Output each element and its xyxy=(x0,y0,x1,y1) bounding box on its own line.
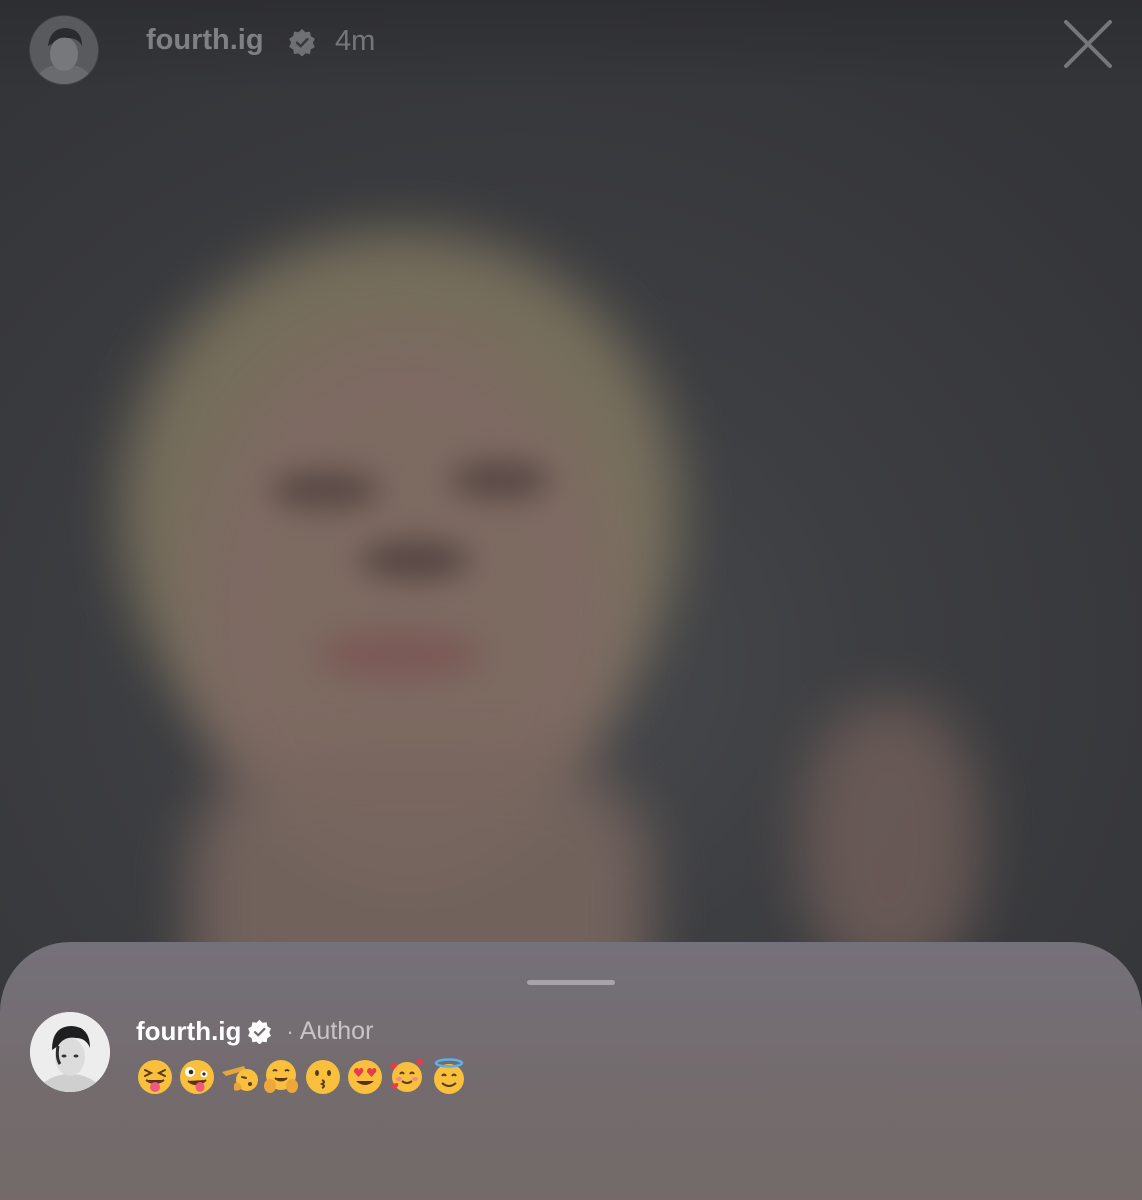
video-shade-mouth xyxy=(320,630,480,680)
separator-dot: · xyxy=(286,1018,294,1044)
close-button[interactable] xyxy=(1058,14,1118,74)
video-shade-eye-right xyxy=(450,460,550,500)
comments-sheet[interactable]: fourth.ig · Author xyxy=(0,942,1142,1200)
verified-badge-icon xyxy=(248,1019,272,1044)
video-blur-hand xyxy=(800,700,980,980)
halo-face-icon xyxy=(434,1058,464,1094)
zany-face-icon xyxy=(180,1060,214,1094)
comment-username[interactable]: fourth.ig xyxy=(136,1016,241,1047)
author-tag: Author xyxy=(299,1017,374,1045)
comment-avatar[interactable] xyxy=(30,1012,110,1092)
smiling-face-with-hearts-icon xyxy=(390,1059,424,1092)
pointing-kiss-icon xyxy=(222,1066,258,1091)
hugging-face-icon xyxy=(264,1060,298,1093)
kissing-face-icon xyxy=(306,1060,340,1094)
avatar-photo xyxy=(30,16,98,84)
heart-eyes-face-icon xyxy=(348,1060,382,1094)
video-shade-eye-left xyxy=(270,470,380,510)
story-timestamp: 4m xyxy=(335,25,376,57)
comment-text xyxy=(136,1058,468,1096)
close-icon xyxy=(1064,20,1112,68)
verified-badge-icon xyxy=(289,29,315,56)
squinting-tongue-face-icon xyxy=(138,1060,172,1094)
comment-avatar-photo xyxy=(30,1012,110,1092)
comment-header: fourth.ig · Author xyxy=(136,1016,373,1047)
sheet-grabber-handle[interactable] xyxy=(527,980,615,985)
video-shade-nose xyxy=(360,540,470,580)
avatar[interactable] xyxy=(30,16,98,84)
story-username[interactable]: fourth.ig xyxy=(146,24,264,57)
story-viewer: fourth.ig 4m fourth.ig · Author xyxy=(0,0,1142,1200)
story-header: fourth.ig 4m xyxy=(0,0,1142,90)
